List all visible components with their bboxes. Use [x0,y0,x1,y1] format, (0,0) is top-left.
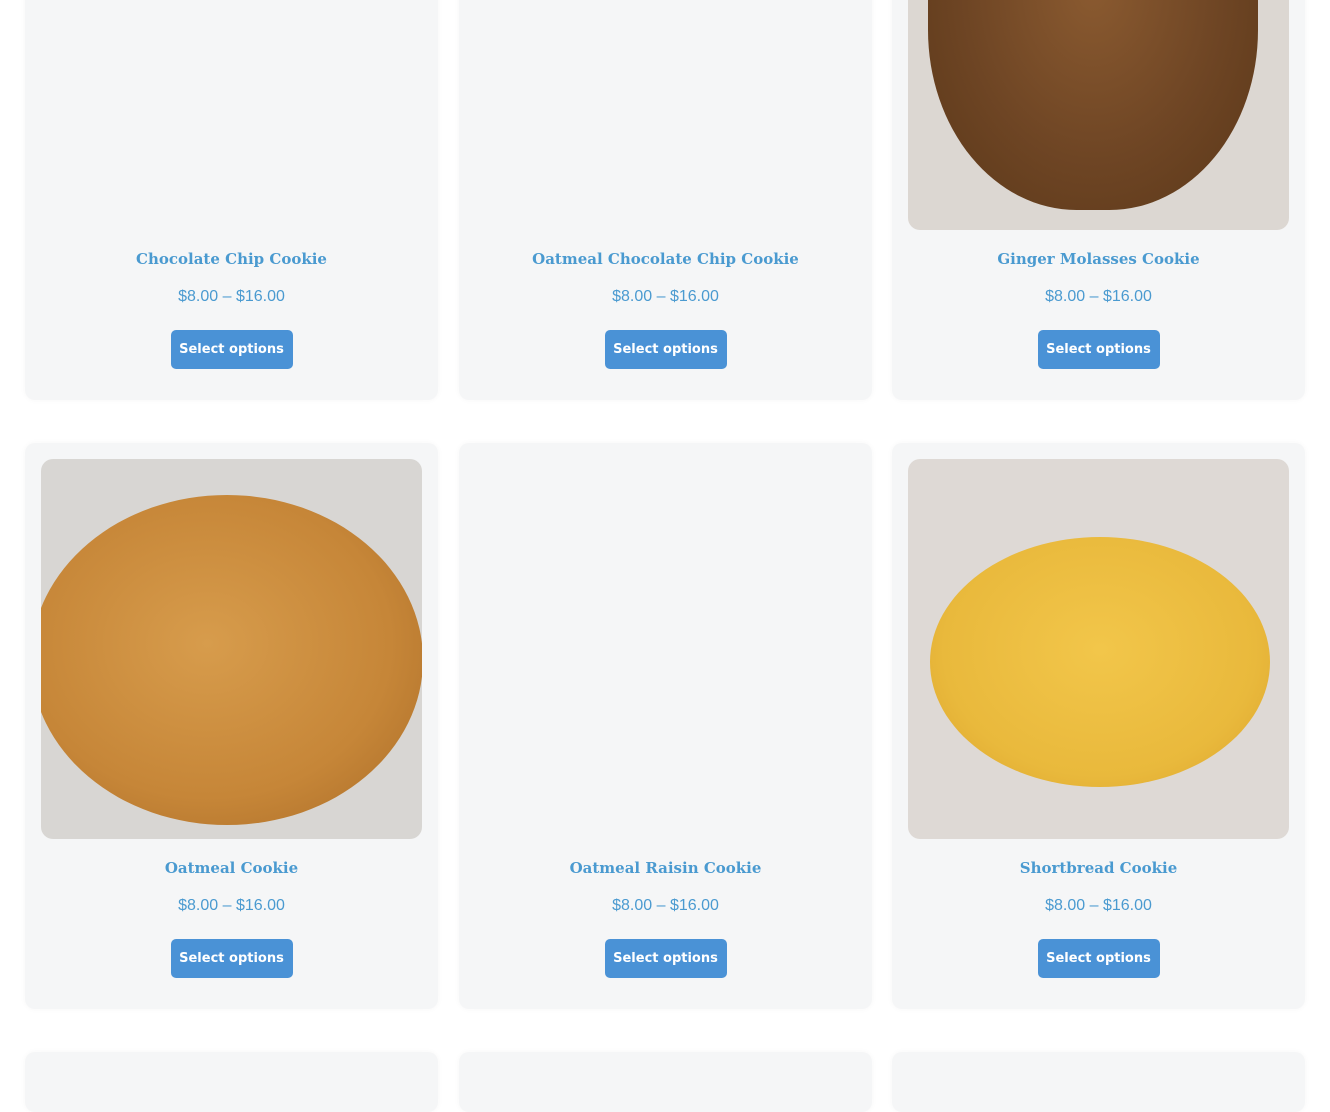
select-options-button[interactable]: Select options [170,939,293,978]
product-price: $8.00 – $16.00 [178,897,285,914]
product-title[interactable]: Oatmeal Raisin Cookie [459,859,872,877]
product-card [892,1052,1305,1112]
product-card [459,1052,872,1112]
product-price: $8.00 – $16.00 [178,288,285,305]
product-title[interactable]: Oatmeal Chocolate Chip Cookie [459,250,872,268]
product-title[interactable]: Ginger Molasses Cookie [892,250,1305,268]
ginger-molasses-cookie-photo [928,0,1258,210]
product-card: Shortbread Cookie $8.00 – $16.00 Select … [892,443,1305,1009]
product-card: Ginger Molasses Cookie $8.00 – $16.00 Se… [892,0,1305,400]
product-price: $8.00 – $16.00 [1045,897,1152,914]
product-card: Chocolate Chip Cookie $8.00 – $16.00 Sel… [25,0,438,400]
oatmeal-cookie-photo [41,495,422,825]
select-options-button[interactable]: Select options [170,330,293,369]
select-options-button[interactable]: Select options [1037,330,1160,369]
product-title[interactable]: Oatmeal Cookie [25,859,438,877]
select-options-button[interactable]: Select options [604,330,727,369]
product-card: Oatmeal Raisin Cookie $8.00 – $16.00 Sel… [459,443,872,1009]
product-price: $8.00 – $16.00 [1045,288,1152,305]
product-price: $8.00 – $16.00 [612,897,719,914]
product-image[interactable] [41,459,422,839]
product-title[interactable]: Chocolate Chip Cookie [25,250,438,268]
shortbread-cookie-photo [930,537,1270,787]
product-image[interactable] [908,459,1289,839]
product-title[interactable]: Shortbread Cookie [892,859,1305,877]
select-options-button[interactable]: Select options [1037,939,1160,978]
product-price: $8.00 – $16.00 [612,288,719,305]
product-image[interactable] [908,0,1289,230]
product-card: Oatmeal Cookie $8.00 – $16.00 Select opt… [25,443,438,1009]
product-card [25,1052,438,1112]
product-card: Oatmeal Chocolate Chip Cookie $8.00 – $1… [459,0,872,400]
select-options-button[interactable]: Select options [604,939,727,978]
